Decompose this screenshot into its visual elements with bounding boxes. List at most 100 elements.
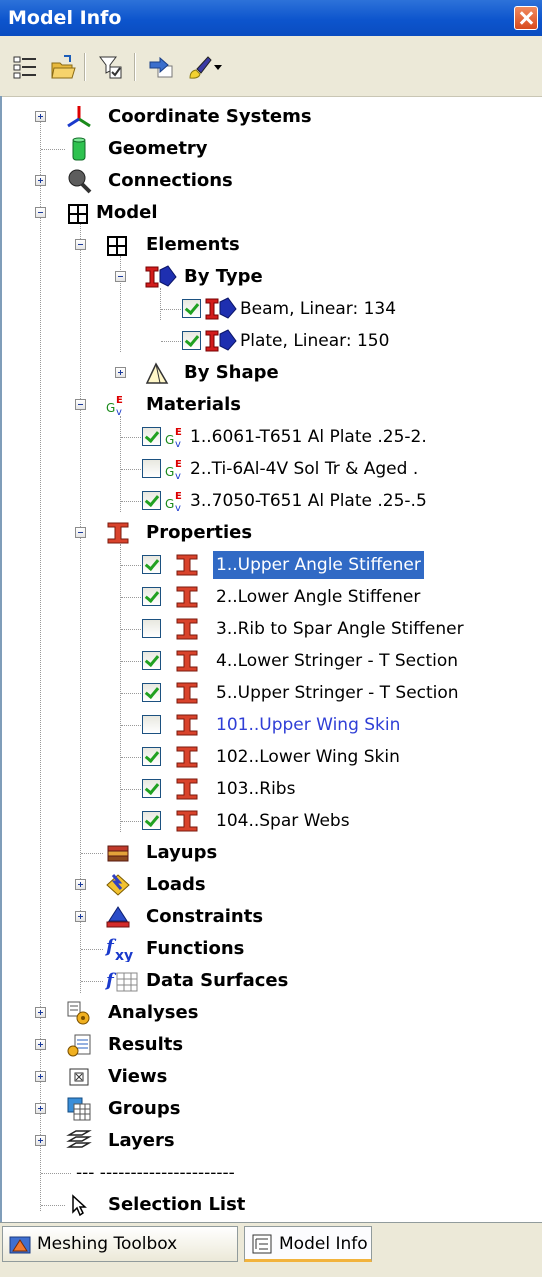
collapse-toggle[interactable] [75, 399, 86, 410]
cylinder-icon [72, 137, 86, 161]
results-icon [67, 1034, 91, 1057]
expand-toggle[interactable] [35, 111, 46, 122]
i-beam-property-icon [176, 650, 198, 672]
tree-node-label: 2..Ti-6Al-4V Sol Tr & Aged . [190, 459, 419, 479]
tree-node-label: Groups [108, 1098, 181, 1119]
visibility-checkbox[interactable] [142, 747, 161, 766]
collapse-toggle[interactable] [35, 207, 46, 218]
expand-toggle[interactable] [35, 1007, 46, 1018]
tree-node-label: Results [108, 1034, 184, 1055]
visibility-checkbox[interactable] [142, 779, 161, 798]
visibility-checkbox[interactable] [142, 459, 161, 478]
visibility-checkbox[interactable] [142, 811, 161, 830]
analysis-icon [67, 1001, 90, 1025]
expand-toggle[interactable] [35, 1135, 46, 1146]
tree-node-label: Properties [146, 522, 253, 543]
export-arrow-icon[interactable] [148, 54, 174, 80]
tree-list-icon[interactable] [12, 54, 38, 80]
collapse-toggle[interactable] [75, 239, 86, 250]
layers-icon [66, 1130, 92, 1148]
close-button[interactable] [514, 6, 538, 30]
visibility-checkbox[interactable] [142, 715, 161, 734]
svg-text:E: E [116, 395, 123, 406]
beam-plate-icon [145, 265, 177, 288]
load-arrow-icon [106, 874, 130, 896]
svg-text:E: E [175, 491, 182, 502]
visibility-checkbox[interactable] [142, 555, 161, 574]
i-beam-property-icon [176, 778, 198, 800]
tree-node-label: Beam, Linear: 134 [240, 299, 397, 319]
material-icon: G E v [165, 491, 182, 514]
tab-model-info[interactable]: Model Info [244, 1226, 372, 1262]
i-beam-property-icon [176, 586, 198, 608]
tree-node-label: 102..Lower Wing Skin [216, 747, 400, 767]
triangle-shape-icon [145, 362, 169, 384]
tree-node-label: Loads [146, 874, 206, 895]
expand-toggle[interactable] [75, 911, 86, 922]
i-beam-property-icon [176, 618, 198, 640]
tree-node-label: 2..Lower Angle Stiffener [216, 587, 421, 607]
visibility-checkbox[interactable] [142, 651, 161, 670]
tree-node-label: 1..Upper Angle Stiffener [212, 550, 425, 580]
visibility-checkbox[interactable] [182, 331, 201, 350]
expand-toggle[interactable] [115, 367, 126, 378]
expand-toggle[interactable] [75, 879, 86, 890]
toolbar-separator [84, 53, 86, 81]
visibility-checkbox[interactable] [142, 683, 161, 702]
material-icon: G E v [165, 427, 182, 450]
i-beam-property-icon [176, 746, 198, 768]
collapse-toggle[interactable] [115, 271, 126, 282]
tree-node-label: Functions [146, 938, 245, 959]
tree-node-label: Plate, Linear: 150 [240, 331, 390, 351]
svg-text:G: G [165, 497, 174, 511]
svg-text:v: v [116, 407, 122, 418]
tree-node-label: Materials [146, 394, 241, 415]
tab-meshing-toolbox[interactable]: Meshing Toolbox [2, 1226, 238, 1262]
visibility-checkbox[interactable] [142, 427, 161, 446]
dropdown-arrow-icon[interactable] [212, 54, 224, 80]
mesh-grid-icon [68, 204, 88, 224]
expand-toggle[interactable] [35, 175, 46, 186]
visibility-checkbox[interactable] [182, 299, 201, 318]
beam-plate-icon [205, 329, 237, 352]
tree-node-label: Data Surfaces [146, 970, 289, 991]
i-beam-property-icon [176, 682, 198, 704]
svg-text:G: G [165, 433, 174, 447]
tree-node-label: Layups [146, 842, 218, 863]
svg-text:E: E [175, 459, 182, 470]
expand-toggle[interactable] [35, 1071, 46, 1082]
visibility-checkbox[interactable] [142, 491, 161, 510]
tree-node-label: 103..Ribs [216, 779, 296, 799]
svg-text:G: G [106, 401, 115, 415]
svg-text:xy: xy [115, 948, 133, 962]
connection-magnifier-icon [68, 169, 92, 194]
panel-tab-bar: Meshing Toolbox Model Info [0, 1222, 542, 1277]
model-tree: Coordinate Systems Geometry Connections … [0, 96, 542, 1222]
tree-node-label: Coordinate Systems [108, 106, 312, 127]
expand-toggle[interactable] [35, 1103, 46, 1114]
visibility-checkbox[interactable] [142, 619, 161, 638]
view-window-icon [69, 1068, 89, 1086]
open-folder-icon[interactable] [50, 54, 76, 80]
i-beam-property-icon [107, 522, 129, 544]
groups-icon [67, 1097, 91, 1121]
tree-node-label: 104..Spar Webs [216, 811, 350, 831]
tab-label: Meshing Toolbox [37, 1234, 178, 1254]
filter-check-icon[interactable] [98, 54, 124, 80]
tree-node-label: By Type [184, 266, 263, 287]
tree-node-label: 3..Rib to Spar Angle Stiffener [216, 619, 464, 639]
tree-node-label: Selection List [108, 1194, 246, 1215]
tree-node-label: Model [96, 202, 158, 223]
toolbar-separator [134, 53, 136, 81]
expand-toggle[interactable] [35, 1039, 46, 1050]
svg-text:E: E [175, 427, 182, 438]
tree-node-label: Views [108, 1066, 168, 1087]
tree-node-label: 101..Upper Wing Skin [216, 715, 401, 735]
visibility-checkbox[interactable] [142, 587, 161, 606]
material-icon: G E v [106, 395, 123, 418]
beam-plate-icon [205, 297, 237, 320]
collapse-toggle[interactable] [75, 527, 86, 538]
function-fxy-icon: f xy [105, 936, 133, 962]
paint-brush-icon[interactable] [186, 54, 212, 80]
tree-node-label: Analyses [108, 1002, 199, 1023]
